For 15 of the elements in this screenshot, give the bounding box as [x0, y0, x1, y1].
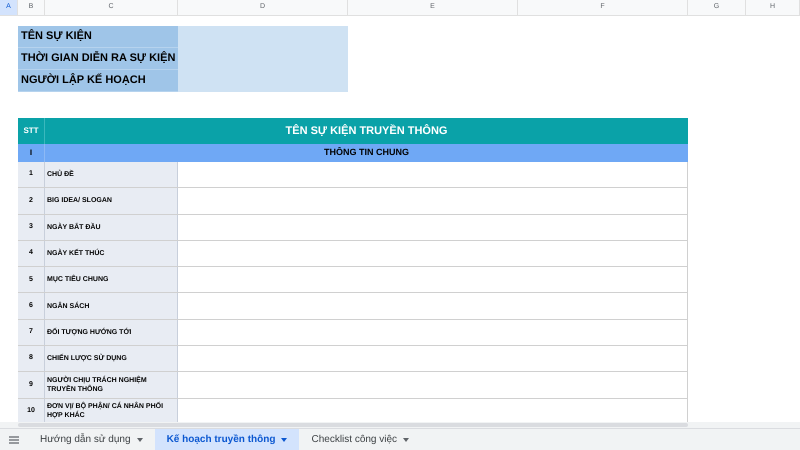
sheet-tab[interactable]: Kế hoạch truyền thông	[154, 429, 300, 450]
caret-icon	[281, 438, 288, 442]
section-title: THÔNG TIN CHUNG	[323, 146, 410, 160]
caret-icon	[136, 438, 143, 442]
sheet-tab[interactable]: Hướng dẫn sử dụng	[28, 429, 155, 450]
menu-icon[interactable]	[9, 436, 19, 444]
table-title: TÊN SỰ KIỆN TRUYỀN THÔNG	[284, 123, 448, 139]
info-label: TÊN SỰ KIỆN	[18, 26, 178, 48]
info-value-cell[interactable]	[178, 70, 348, 92]
info-label: NGƯỜI LẬP KẾ HOẠCH	[18, 70, 178, 92]
info-label: THỜI GIAN DIỄN RA SỰ KIỆN	[18, 48, 178, 70]
caret-icon	[403, 438, 410, 442]
info-value-cell[interactable]	[178, 26, 348, 48]
scrollbar[interactable]	[18, 423, 688, 427]
sheet-tab[interactable]: Checklist công việc	[299, 429, 422, 450]
